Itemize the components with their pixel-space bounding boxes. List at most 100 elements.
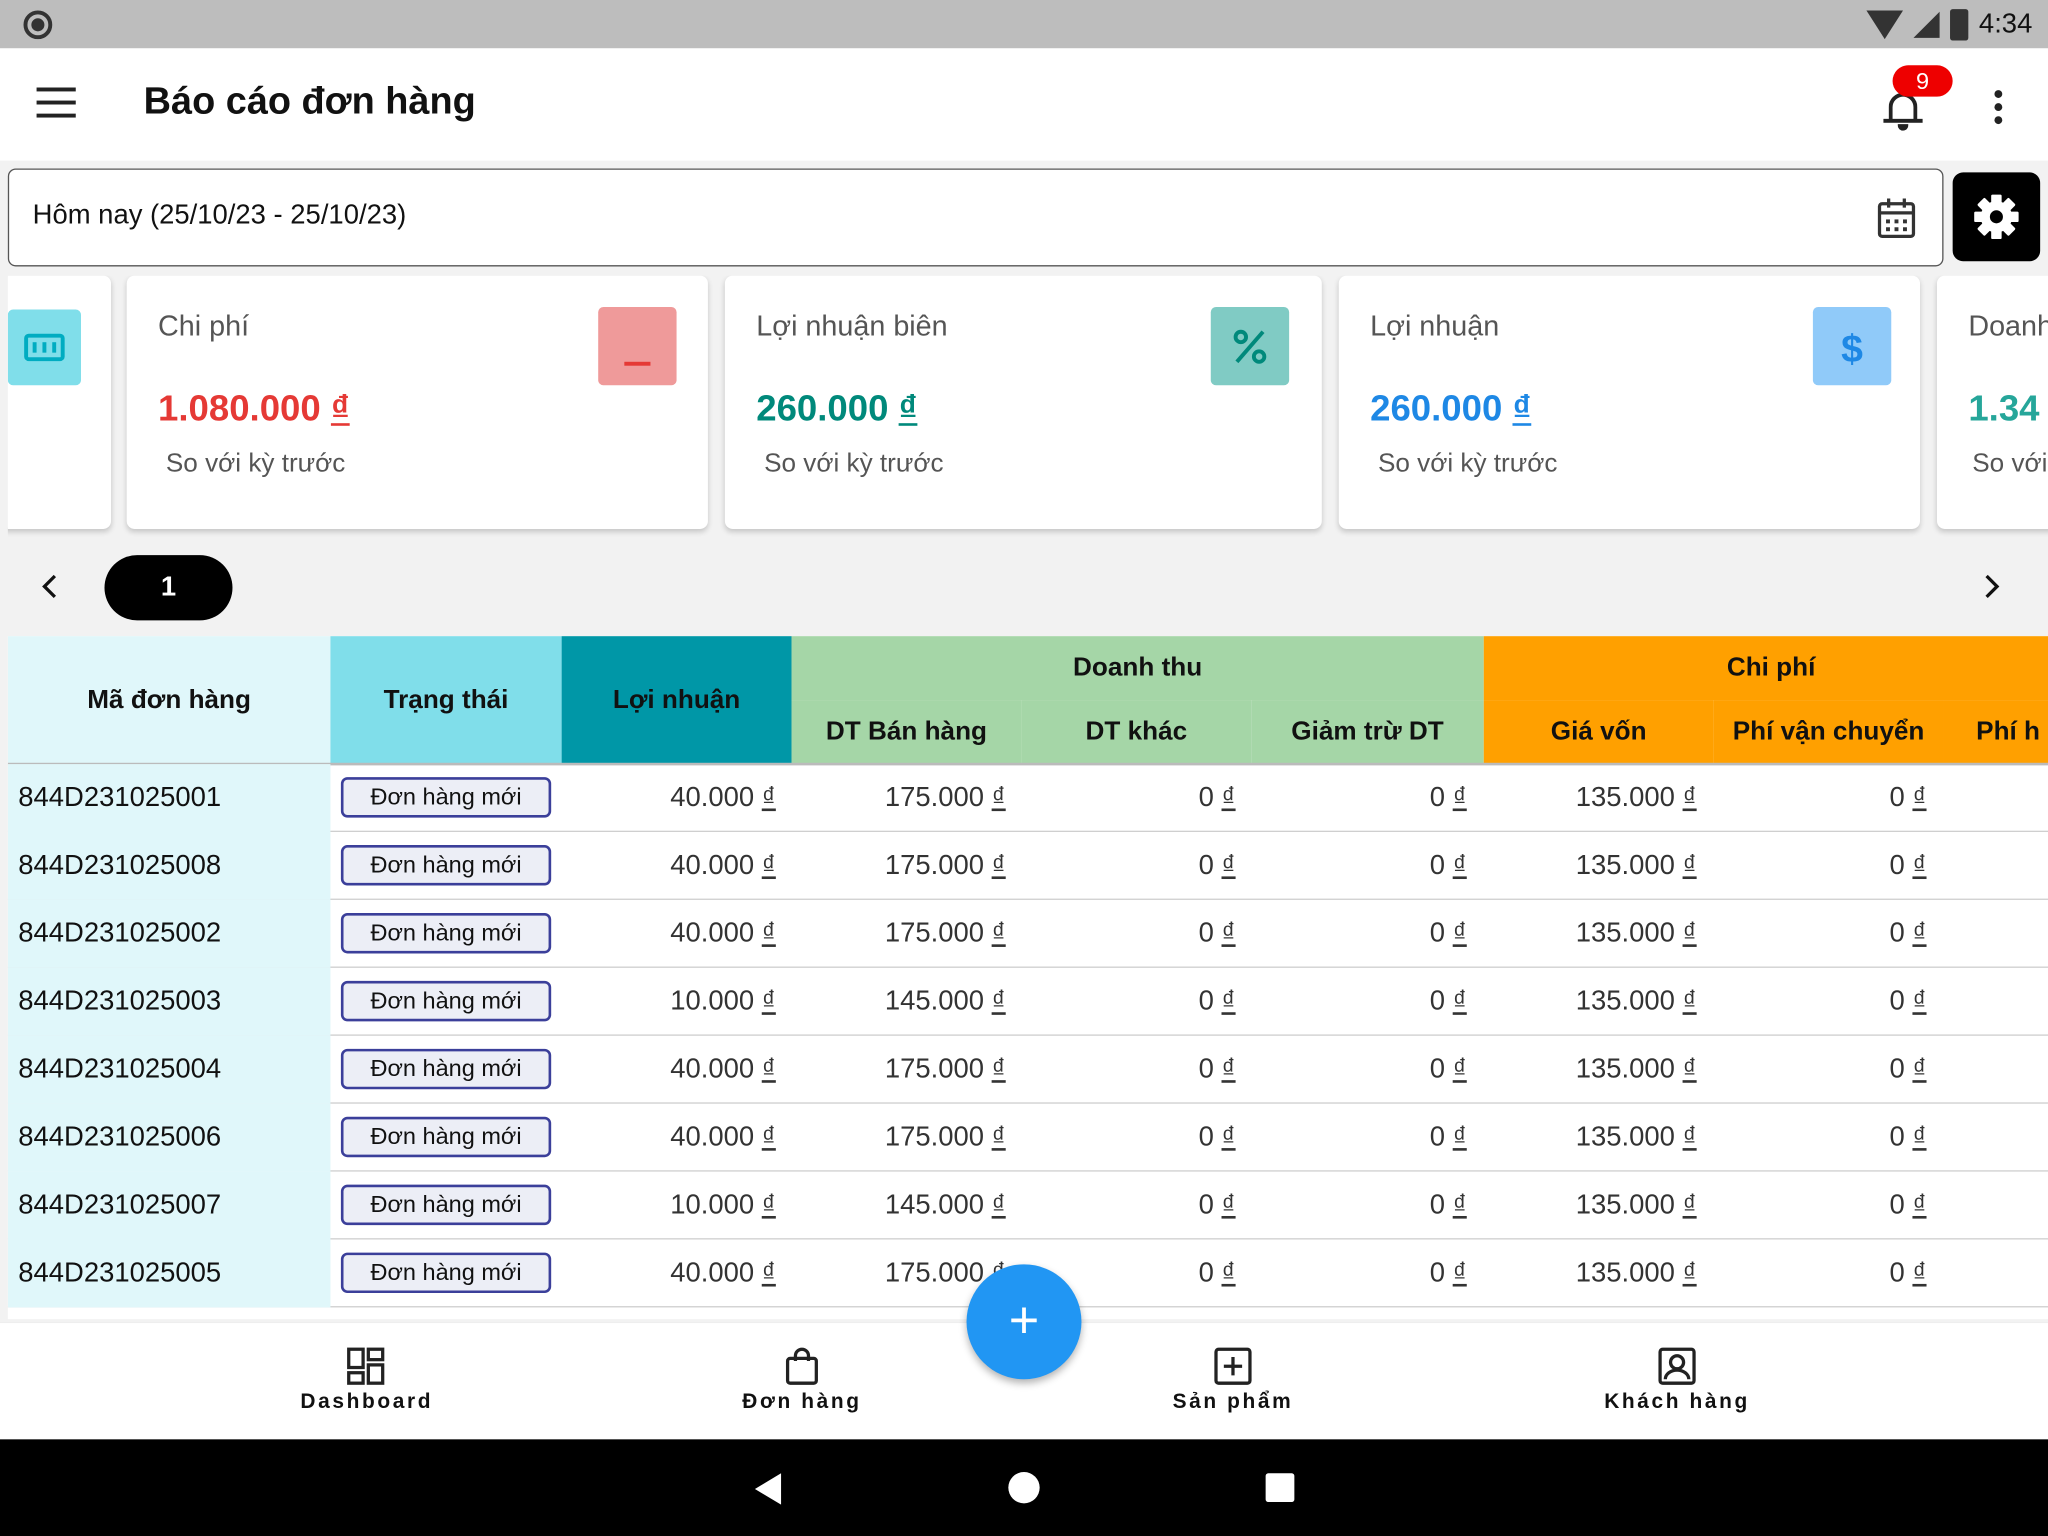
- cell-value: 175.000: [884, 1257, 984, 1288]
- table-row[interactable]: 844D231025004 Đơn hàng mới 40.000 ₫ 175.000…: [7, 1035, 2048, 1104]
- deduct-cell: 0 ₫: [1430, 1104, 1467, 1172]
- summary-cards[interactable]: Chi phí 1.080.000 ₫ So với kỳ trước Lợi …: [7, 275, 2048, 537]
- cell-value: 0: [1429, 1257, 1446, 1288]
- shipping-cell: 0 ₫: [1890, 1240, 1927, 1308]
- header-order-code: Mã đơn hàng: [7, 636, 331, 765]
- currency-symbol: ₫: [991, 1054, 1006, 1085]
- status-badge[interactable]: Đơn hàng mới: [340, 912, 552, 954]
- other-cell: 0 ₫: [1199, 900, 1236, 968]
- summary-card-margin[interactable]: Lợi nhuận biên 260.000 ₫ So với kỳ trước: [724, 275, 1322, 529]
- back-icon[interactable]: [754, 1473, 782, 1505]
- currency-symbol: ₫: [761, 1121, 776, 1152]
- currency-symbol: ₫: [1682, 1054, 1697, 1085]
- currency-symbol: ₫: [1912, 986, 1927, 1017]
- currency-symbol: ₫: [1912, 918, 1927, 949]
- nav-label: Khách hàng: [1604, 1391, 1750, 1414]
- summary-card-cost[interactable]: Chi phí 1.080.000 ₫ So với kỳ trước: [126, 275, 708, 529]
- cell-value: 0: [1429, 782, 1446, 813]
- date-range-field[interactable]: Hôm nay (25/10/23 - 25/10/23): [7, 168, 1944, 267]
- status-badge[interactable]: Đơn hàng mới: [340, 1116, 552, 1158]
- status-badge[interactable]: Đơn hàng mới: [340, 980, 552, 1022]
- chevron-left-icon[interactable]: [37, 567, 63, 606]
- recents-icon[interactable]: [1265, 1473, 1295, 1503]
- status-badge[interactable]: Đơn hàng mới: [340, 845, 552, 886]
- table-row[interactable]: 844D231025006 Đơn hàng mới 40.000 ₫ 175.000…: [7, 1103, 2048, 1172]
- currency-symbol: ₫: [761, 1257, 776, 1288]
- page-indicator[interactable]: 1: [104, 555, 233, 621]
- currency-symbol: ₫: [1682, 1257, 1697, 1288]
- status-indicators: 4:34: [1866, 0, 2032, 48]
- home-icon[interactable]: [1008, 1471, 1040, 1504]
- nav-label: Sản phẩm: [1172, 1391, 1294, 1414]
- table-row[interactable]: 844D231025007 Đơn hàng mới 10.000 ₫ 145.000…: [7, 1171, 2048, 1240]
- table-row[interactable]: 844D231025003 Đơn hàng mới 10.000 ₫ 145.000…: [7, 967, 2048, 1036]
- other-cell: 0 ₫: [1199, 1036, 1236, 1104]
- currency-symbol: ₫: [991, 782, 1006, 813]
- chevron-right-icon[interactable]: [1979, 567, 2005, 606]
- cell-value: 135.000: [1575, 850, 1675, 881]
- other-cell: 0 ₫: [1199, 1172, 1236, 1240]
- currency-symbol: ₫: [1221, 782, 1236, 813]
- orders-table[interactable]: Mã đơn hàng Trạng thái Lợi nhuận Doanh t…: [7, 636, 2048, 1320]
- header-profit: Lợi nhuận: [561, 636, 792, 765]
- nav-dashboard[interactable]: Dashboard: [300, 1347, 431, 1415]
- summary-card-partial[interactable]: [7, 275, 112, 529]
- currency-symbol: ₫: [1682, 1121, 1697, 1152]
- table-row[interactable]: 844D231025002 Đơn hàng mới 40.000 ₫ 175.000…: [7, 899, 2048, 968]
- deduct-cell: 0 ₫: [1430, 1036, 1467, 1104]
- status-bar: 4:34: [0, 0, 2048, 49]
- summary-card-profit[interactable]: Lợi nhuận 260.000 ₫ So với kỳ trước $: [1338, 275, 1920, 529]
- sales-cell: 175.000 ₫: [885, 832, 1006, 900]
- order-code-cell: 844D231025007: [7, 1171, 331, 1240]
- header-status: Trạng thái: [330, 636, 562, 765]
- cogs-cell: 135.000 ₫: [1576, 900, 1697, 968]
- status-badge[interactable]: Đơn hàng mới: [340, 1184, 552, 1226]
- calendar-icon[interactable]: [1877, 197, 1916, 239]
- table-row[interactable]: 844D231025001 Đơn hàng mới 40.000 ₫ 175.000…: [7, 764, 2048, 832]
- card-value: 1.34: [1968, 387, 2040, 429]
- app-bar: Báo cáo đơn hàng: [0, 48, 2048, 161]
- cell-value: 135.000: [1575, 1189, 1675, 1220]
- cell-value: 0: [1889, 1257, 1905, 1288]
- card-value: 260.000 ₫: [1370, 387, 1532, 429]
- currency-symbol: ₫: [991, 850, 1006, 881]
- nav-customers[interactable]: Khách hàng: [1599, 1347, 1756, 1415]
- deduct-cell: 0 ₫: [1430, 1172, 1467, 1240]
- nav-orders[interactable]: Đơn hàng: [737, 1347, 868, 1415]
- summary-card-revenue-partial[interactable]: Doanh 1.34 So với: [1936, 275, 2048, 529]
- card-label: Doanh: [1968, 309, 2048, 343]
- currency-symbol: ₫: [1452, 1121, 1467, 1152]
- status-badge[interactable]: Đơn hàng mới: [340, 1048, 552, 1090]
- cell-value: 145.000: [884, 986, 984, 1017]
- notification-badge: 9: [1892, 65, 1953, 97]
- sales-cell: 175.000 ₫: [885, 1036, 1006, 1104]
- app-screen: 4:34 Báo cáo đơn hàng 9 Hôm nay (25/10/2…: [0, 0, 2048, 1536]
- currency-symbol: ₫: [1221, 850, 1236, 881]
- currency-symbol: ₫: [1452, 1054, 1467, 1085]
- currency-symbol: ₫: [991, 1189, 1006, 1220]
- sales-cell: 175.000 ₫: [885, 1104, 1006, 1172]
- profit-cell: 40.000 ₫: [670, 900, 776, 968]
- currency-symbol: ₫: [1221, 1121, 1236, 1152]
- card-value: 260.000 ₫: [756, 387, 918, 429]
- header-other-revenue: DT khác: [1021, 700, 1252, 765]
- account-box-icon: [1658, 1347, 1696, 1385]
- status-badge[interactable]: Đơn hàng mới: [340, 777, 552, 818]
- more-options-icon[interactable]: [1988, 90, 2009, 134]
- card-value: 1.080.000 ₫: [158, 387, 350, 429]
- add-fab-button[interactable]: +: [966, 1264, 1082, 1380]
- status-badge[interactable]: Đơn hàng mới: [340, 1252, 552, 1294]
- settings-button[interactable]: [1952, 172, 2041, 262]
- header-revenue-deduction: Giảm trừ DT: [1251, 700, 1484, 765]
- currency-symbol: ₫: [761, 782, 776, 813]
- cell-value: 0: [1429, 850, 1446, 881]
- cell-value: 135.000: [1575, 1054, 1675, 1085]
- shipping-cell: 0 ₫: [1890, 832, 1927, 900]
- nav-products[interactable]: Sản phẩm: [1168, 1347, 1299, 1415]
- currency-symbol: ₫: [1682, 782, 1697, 813]
- table-row[interactable]: 844D231025008 Đơn hàng mới 40.000 ₫ 175.000…: [7, 831, 2048, 900]
- order-code-cell: 844D231025003: [7, 967, 331, 1036]
- hamburger-menu-icon[interactable]: [36, 87, 76, 119]
- currency-symbol: ₫: [1682, 918, 1697, 949]
- cell-value: 135.000: [1575, 1257, 1675, 1288]
